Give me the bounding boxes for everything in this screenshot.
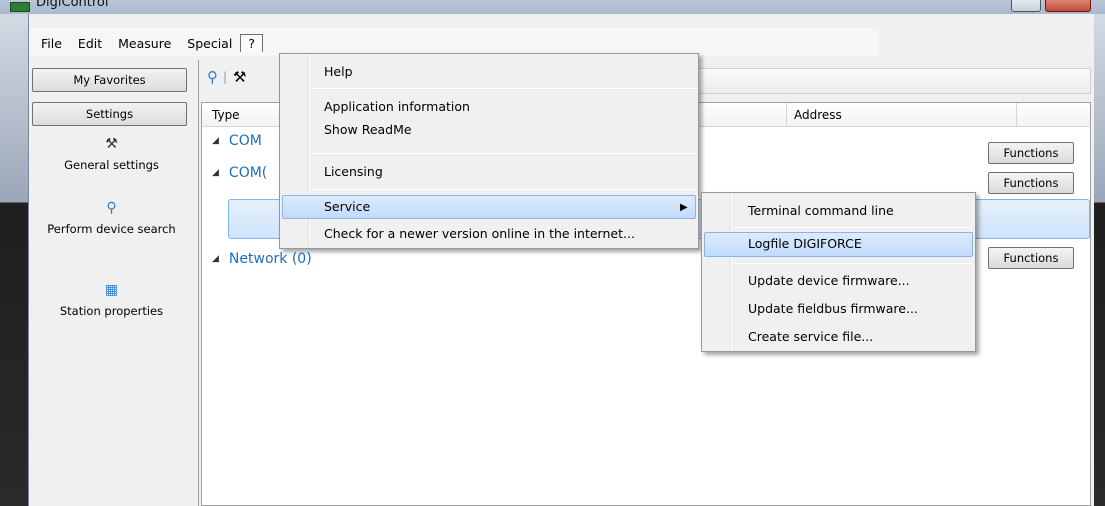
my-favorites-button[interactable]: My Favorites <box>32 68 187 92</box>
menu-item-update-device-firmware[interactable]: Update device firmware... <box>748 273 910 288</box>
column-separator <box>786 103 787 127</box>
wrench-icon[interactable]: ⚒ <box>233 68 246 86</box>
menu-item-help[interactable]: Help <box>324 64 353 79</box>
toolbar-separator: | <box>223 70 228 84</box>
menu-separator <box>734 263 972 264</box>
menu-item-create-service-file[interactable]: Create service file... <box>748 329 873 344</box>
expand-arrow-icon[interactable]: ◢ <box>212 254 219 264</box>
column-separator <box>1016 103 1017 127</box>
menu-file[interactable]: File <box>33 34 70 53</box>
submenu-arrow-icon: ▶ <box>680 202 688 213</box>
nav-station-properties-label: Station properties <box>59 304 164 318</box>
magnifier-icon: ⚲ <box>106 200 117 216</box>
service-submenu: Terminal command line Logfile DIGIFORCE … <box>701 192 976 352</box>
wrench-icon: ⚒ <box>105 136 118 152</box>
close-button[interactable] <box>1045 0 1091 12</box>
menu-item-licensing[interactable]: Licensing <box>324 164 383 179</box>
nav-general-settings[interactable]: ⚒ General settings <box>29 136 194 172</box>
nav-station-properties[interactable]: ▦ Station properties <box>29 282 194 318</box>
tree-row-com2[interactable]: ◢ COM( <box>212 165 267 181</box>
functions-button[interactable]: Functions <box>988 142 1074 164</box>
menubar: File Edit Measure Special ? <box>33 32 878 54</box>
window-title: DigiControl <box>36 0 109 10</box>
app-icon <box>10 2 30 12</box>
tree-row-label: COM <box>228 133 262 149</box>
nav-general-settings-label: General settings <box>64 158 159 172</box>
menu-edit[interactable]: Edit <box>70 34 110 53</box>
left-panel: My Favorites Settings ⚒ General settings… <box>29 60 199 506</box>
search-icon[interactable]: ⚲ <box>207 68 218 86</box>
menu-item-terminal-command-line[interactable]: Terminal command line <box>748 203 894 218</box>
tree-row-com1[interactable]: ◢ COM <box>212 133 262 149</box>
functions-button[interactable]: Functions <box>988 247 1074 269</box>
settings-button[interactable]: Settings <box>32 102 187 126</box>
nav-device-search[interactable]: ⚲ Perform device search <box>29 200 194 236</box>
restore-button[interactable] <box>1011 0 1041 12</box>
column-address-header[interactable]: Address <box>794 108 842 122</box>
menu-separator <box>312 189 696 190</box>
menu-separator <box>312 153 696 154</box>
menu-special[interactable]: Special <box>179 34 240 53</box>
expand-arrow-icon[interactable]: ◢ <box>212 136 219 146</box>
menu-measure[interactable]: Measure <box>110 34 179 53</box>
properties-icon: ▦ <box>104 282 119 298</box>
column-type-header[interactable]: Type <box>212 108 240 122</box>
tree-row-label: COM( <box>228 165 268 181</box>
menu-item-update-fieldbus-firmware[interactable]: Update fieldbus firmware... <box>748 301 918 316</box>
tree-row-network[interactable]: ◢ Network (0) <box>212 251 312 267</box>
tree-row-label: Network (0) <box>228 251 312 267</box>
desktop-background-left <box>0 0 28 506</box>
functions-button[interactable]: Functions <box>988 172 1074 194</box>
menu-item-check-for-updates[interactable]: Check for a newer version online in the … <box>324 226 635 241</box>
menu-gutter <box>731 194 732 350</box>
menu-item-show-readme[interactable]: Show ReadMe <box>324 122 412 137</box>
nav-device-search-label: Perform device search <box>47 222 176 236</box>
menu-separator <box>734 227 972 228</box>
menu-item-logfile-digiforce[interactable]: Logfile DIGIFORCE <box>748 236 862 251</box>
expand-arrow-icon[interactable]: ◢ <box>212 168 219 178</box>
menu-item-service[interactable]: Service <box>324 199 370 214</box>
menu-item-application-information[interactable]: Application information <box>324 99 470 114</box>
title-bar: DigiControl <box>0 0 1105 14</box>
help-dropdown-menu: Help Application information Show ReadMe… <box>279 53 699 249</box>
menu-help[interactable]: ? <box>240 34 263 52</box>
menu-separator <box>312 88 696 89</box>
